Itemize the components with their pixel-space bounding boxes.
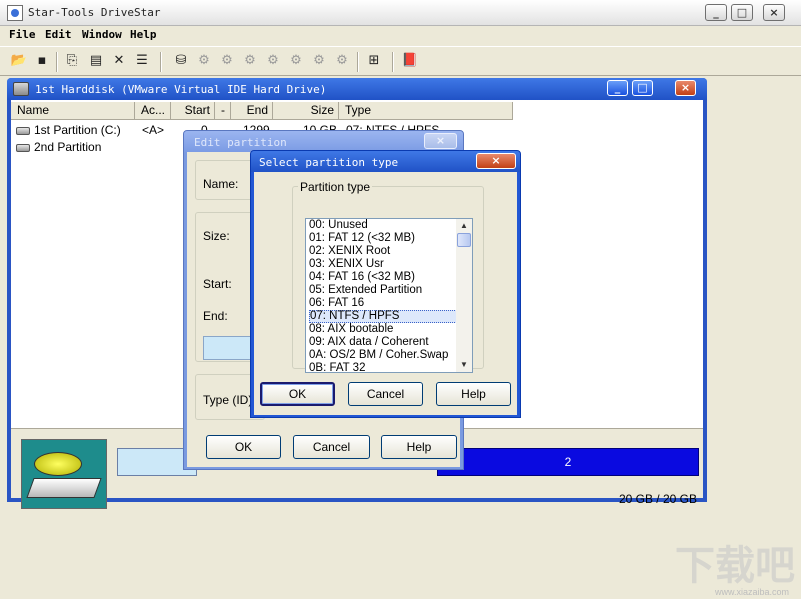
tree-icon[interactable]: ⊞ [365, 52, 383, 70]
size-bar [203, 336, 253, 360]
partition-name: 2nd Partition [34, 140, 102, 154]
column-end[interactable]: End [231, 102, 273, 120]
menu-file[interactable]: File [9, 28, 36, 41]
partition-bar-2[interactable]: 2 [437, 448, 699, 476]
partition-name: 1st Partition (C:) [34, 123, 121, 137]
table-row[interactable]: 1st Partition (C:) [16, 122, 121, 138]
list-item[interactable]: 09: AIX data / Coherent [309, 336, 457, 349]
minimize-button[interactable]: _ [705, 4, 727, 21]
list-item[interactable]: 06: FAT 16 [309, 297, 457, 310]
app-title: Star-Tools DriveStar [28, 6, 161, 19]
column-name[interactable]: Name [11, 102, 135, 120]
partition-active: <A> [142, 123, 165, 137]
gear-disabled-icon: ⚙ [336, 53, 348, 68]
partition-icon [16, 143, 30, 152]
menu-help[interactable]: Help [130, 28, 157, 41]
book-icon[interactable]: 📕 [401, 52, 419, 70]
edit-dialog-title-bar[interactable]: Edit partition × [184, 131, 463, 152]
gear-disabled-icon: ⚙ [313, 53, 325, 68]
name-label: Name: [203, 177, 239, 191]
info-icon[interactable]: ☰ [133, 52, 151, 70]
scroll-down-icon[interactable]: ▼ [456, 358, 472, 372]
select-dialog-title: Select partition type [259, 156, 399, 169]
child-close-button[interactable]: × [675, 80, 696, 96]
harddisk-icon [13, 82, 29, 96]
column-type[interactable]: Type [339, 102, 513, 120]
gear-disabled-icon: ⚙ [267, 53, 279, 68]
scroll-up-icon[interactable]: ▲ [456, 219, 472, 233]
paste-icon[interactable]: ⎘ [63, 52, 81, 70]
disk-tool-icon[interactable]: ⛁ [172, 52, 190, 70]
table-row[interactable]: 2nd Partition [16, 139, 101, 155]
edit-cancel-button[interactable]: Cancel [293, 435, 370, 459]
harddisk-title-bar[interactable]: 1st Harddisk (VMware Virtual IDE Hard Dr… [7, 78, 707, 100]
edit-dialog-close-button[interactable]: × [424, 133, 457, 149]
list-item[interactable]: 05: Extended Partition [309, 284, 457, 297]
column-active[interactable]: Ac... [135, 102, 171, 120]
list-item[interactable]: 02: XENIX Root [309, 245, 457, 258]
select-ok-button[interactable]: OK [260, 382, 335, 406]
gear-disabled-icon: ⚙ [290, 53, 302, 68]
app-title-bar[interactable]: Star-Tools DriveStar _ □ × [0, 0, 801, 26]
select-dialog-body: Partition type 00: Unused 01: FAT 12 (<3… [254, 172, 517, 415]
partition-type-listbox[interactable]: 00: Unused 01: FAT 12 (<32 MB) 02: XENIX… [305, 218, 473, 373]
edit-dialog-title: Edit partition [194, 136, 287, 149]
list-item[interactable]: 0B: FAT 32 [309, 362, 457, 372]
column-start[interactable]: Start [171, 102, 215, 120]
gear-disabled-icon: ⚙ [198, 53, 210, 68]
child-maximize-button[interactable]: □ [632, 80, 653, 96]
child-minimize-button[interactable]: _ [607, 80, 628, 96]
toolbar-separator [56, 52, 58, 72]
select-dialog-close-button[interactable]: × [476, 153, 516, 169]
list-item[interactable]: 01: FAT 12 (<32 MB) [309, 232, 457, 245]
column-dash[interactable]: - [215, 102, 231, 120]
listbox-scrollbar[interactable]: ▲ ▼ [456, 219, 472, 372]
menu-edit[interactable]: Edit [45, 28, 72, 41]
save-icon[interactable]: ▪ [33, 52, 51, 70]
properties-icon[interactable]: ▤ [87, 52, 105, 70]
end-label: End: [203, 309, 228, 323]
disk-capacity: 20 GB / 20 GB [618, 492, 697, 506]
toolbar-separator [357, 52, 359, 72]
edit-help-button[interactable]: Help [381, 435, 457, 459]
scroll-thumb[interactable] [457, 233, 471, 247]
select-help-button[interactable]: Help [436, 382, 511, 406]
list-item-selected[interactable]: 07: NTFS / HPFS [309, 310, 457, 323]
disk-base-shape [26, 478, 102, 498]
list-item[interactable]: 0A: OS/2 BM / Coher.Swap [309, 349, 457, 362]
menu-bar: File Edit Window Help [0, 26, 801, 46]
list-item[interactable]: 00: Unused [309, 219, 457, 232]
start-label: Start: [203, 277, 232, 291]
open-icon[interactable]: 📂 [10, 52, 28, 70]
edit-ok-button[interactable]: OK [206, 435, 281, 459]
maximize-button[interactable]: □ [731, 4, 753, 21]
list-item[interactable]: 04: FAT 16 (<32 MB) [309, 271, 457, 284]
size-label: Size: [203, 229, 230, 243]
list-item[interactable]: 08: AIX bootable [309, 323, 457, 336]
select-dialog-title-bar[interactable]: Select partition type × [251, 151, 520, 172]
app-icon [7, 5, 23, 21]
partition-type-label: Partition type [298, 180, 373, 194]
menu-window[interactable]: Window [82, 28, 122, 41]
harddisk-large-icon [21, 439, 107, 509]
select-cancel-button[interactable]: Cancel [348, 382, 423, 406]
gear-disabled-icon: ⚙ [221, 53, 233, 68]
watermark-logo: 下载吧 [675, 543, 795, 589]
list-item[interactable]: 03: XENIX Usr [309, 258, 457, 271]
gear-disabled-icon: ⚙ [244, 53, 256, 68]
partition-icon [16, 126, 30, 135]
disk-platter-shape [34, 452, 82, 476]
select-partition-type-dialog: Select partition type × Partition type 0… [250, 150, 521, 418]
toolbar-separator [160, 52, 162, 72]
toolbar: 📂 ▪ ⎘ ▤ ✕ ☰ ⛁ ⚙ ⚙ ⚙ ⚙ ⚙ ⚙ ⚙ ⊞ 📕 [0, 46, 801, 76]
harddisk-title: 1st Harddisk (VMware Virtual IDE Hard Dr… [35, 83, 327, 96]
toolbar-separator [392, 52, 394, 72]
column-size[interactable]: Size [273, 102, 339, 120]
type-id-label: Type (ID): [203, 393, 256, 407]
close-button[interactable]: × [763, 4, 785, 21]
delete-icon[interactable]: ✕ [110, 52, 128, 70]
watermark-url: www.xiazaiba.com [714, 587, 789, 597]
